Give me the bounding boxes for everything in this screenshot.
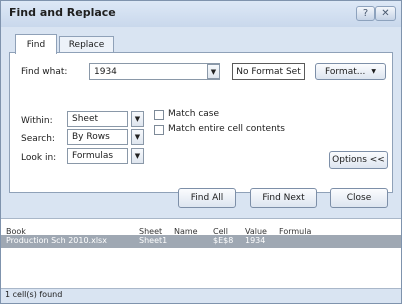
within-value: Sheet (72, 114, 99, 124)
search-select[interactable]: By Rows (67, 129, 128, 145)
within-label: Within: (21, 116, 53, 126)
tab-replace-label: Replace (68, 40, 105, 50)
format-button-label: Format... (325, 66, 366, 77)
tab-find-label: Find (26, 39, 46, 50)
search-dropdown[interactable]: ▼ (131, 129, 144, 145)
close-button[interactable]: Close (330, 188, 388, 208)
find-all-label: Find All (190, 193, 224, 203)
match-case-checkbox[interactable] (154, 110, 164, 120)
close-icon: ✕ (381, 8, 390, 19)
within-select[interactable]: Sheet (67, 111, 128, 127)
find-what-dropdown[interactable]: ▼ (207, 64, 220, 79)
options-button-label: Options << (332, 155, 385, 165)
find-next-button[interactable]: Find Next (250, 188, 317, 208)
look-in-label: Look in: (21, 153, 57, 163)
chevron-down-icon: ▼ (134, 133, 141, 141)
find-replace-dialog: Find and Replace ? ✕ Find Replace Find w… (0, 0, 402, 304)
cell-value: 1934 (245, 236, 266, 245)
status-text: 1 cell(s) found (5, 290, 63, 299)
look-in-value: Formulas (72, 151, 114, 161)
results-list[interactable]: Book Sheet Name Cell Value Formula (1, 218, 401, 289)
tab-find[interactable]: Find (15, 34, 57, 54)
chevron-down-icon: ▼ (210, 67, 217, 76)
help-icon: ? (362, 8, 369, 19)
look-in-select[interactable]: Formulas (67, 148, 128, 164)
look-in-dropdown[interactable]: ▼ (131, 148, 144, 164)
cell-sheet: Sheet1 (139, 236, 168, 245)
close-window-button[interactable]: ✕ (375, 6, 396, 21)
search-label: Search: (21, 134, 55, 144)
match-entire-checkbox[interactable] (154, 125, 164, 135)
find-what-label: Find what: (21, 67, 68, 77)
within-dropdown[interactable]: ▼ (131, 111, 144, 127)
cell-address: $E$8 (213, 236, 234, 245)
format-preview-text: No Format Set (236, 66, 301, 77)
dialog-title: Find and Replace (9, 6, 116, 19)
format-preview: No Format Set (232, 63, 305, 80)
options-button[interactable]: Options << (329, 151, 388, 169)
match-entire-label: Match entire cell contents (168, 124, 285, 134)
search-value: By Rows (72, 132, 110, 142)
close-button-label: Close (346, 193, 372, 203)
help-button[interactable]: ? (356, 6, 375, 21)
tab-replace[interactable]: Replace (59, 36, 114, 53)
table-row[interactable]: Production Sch 2010.xlsx Sheet1 $E$8 193… (1, 235, 401, 248)
chevron-down-icon: ▼ (134, 152, 141, 160)
title-bar: Find and Replace ? ✕ (1, 1, 401, 27)
find-what-input[interactable]: 1934 (89, 63, 220, 80)
find-next-label: Find Next (262, 193, 305, 203)
chevron-down-icon: ▼ (134, 115, 141, 123)
match-case-label: Match case (168, 109, 220, 119)
format-button[interactable]: Format... ▼ (315, 63, 386, 80)
cell-book: Production Sch 2010.xlsx (6, 236, 107, 245)
chevron-down-icon: ▼ (371, 68, 376, 75)
find-all-button[interactable]: Find All (178, 188, 236, 208)
find-what-value: 1934 (94, 66, 117, 77)
